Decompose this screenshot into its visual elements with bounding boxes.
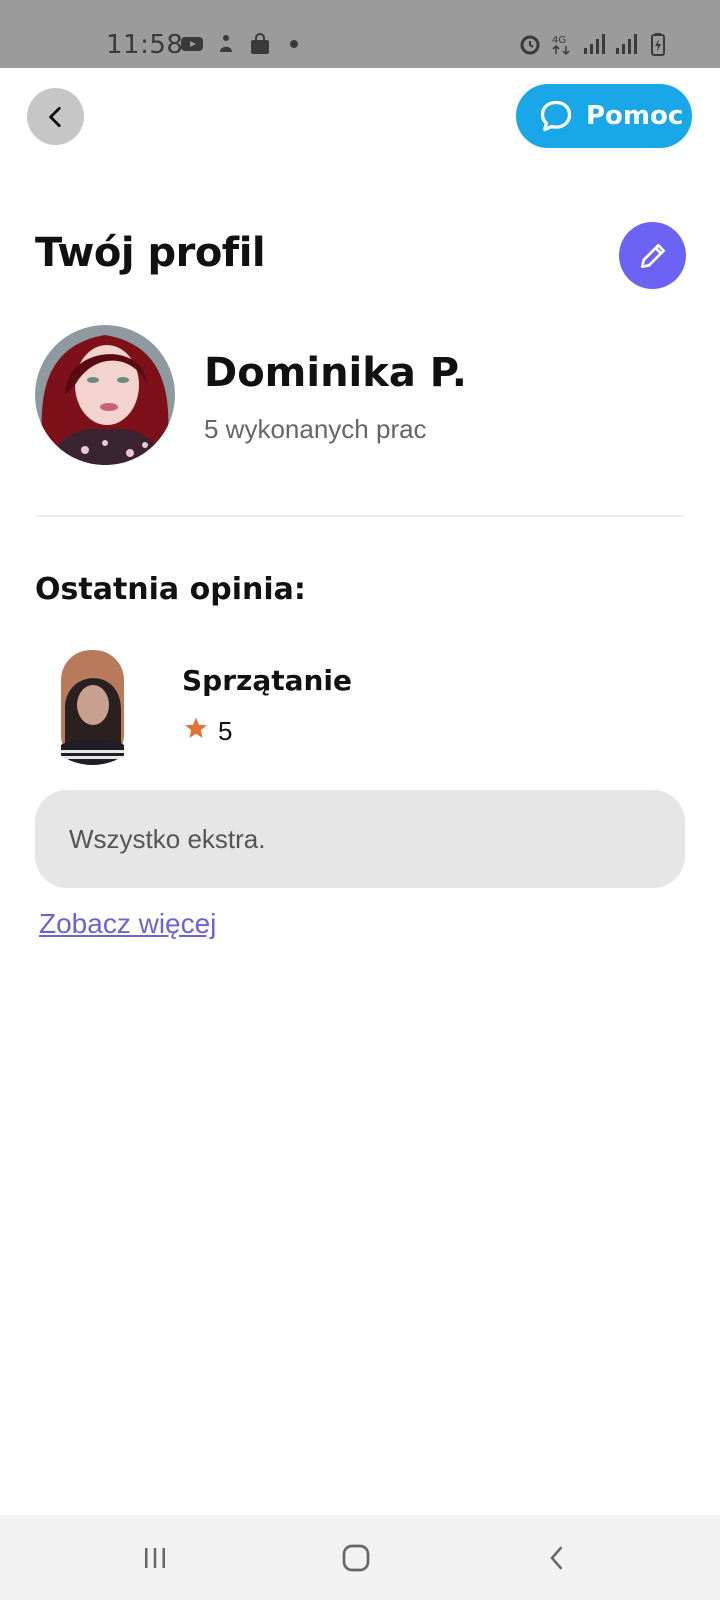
status-bar: 11:58 4G (0, 0, 720, 68)
svg-text:4G: 4G (552, 35, 566, 46)
section-title: Ostatnia opinia: (35, 572, 306, 607)
see-more-link[interactable]: Zobacz więcej (39, 908, 216, 940)
recents-button[interactable] (95, 1515, 215, 1600)
dot-icon (290, 40, 298, 48)
signal-icon (584, 34, 605, 54)
reviewer-avatar (35, 650, 150, 765)
youtube-icon (181, 37, 203, 51)
rating-value: 5 (218, 716, 233, 746)
profile-jobs-count: 5 wykonanych prac (204, 414, 427, 444)
signal-icon (616, 34, 637, 54)
chevron-left-icon (48, 106, 61, 127)
4g-icon: 4G (552, 35, 570, 56)
back-icon (550, 1546, 562, 1569)
star-icon (185, 717, 207, 738)
back-button[interactable] (27, 88, 84, 145)
status-time: 11:58 (106, 30, 184, 60)
recents-icon (145, 1547, 165, 1568)
edit-profile-button[interactable] (619, 222, 686, 289)
back-nav-button[interactable] (497, 1515, 617, 1600)
review-text: Wszystko ekstra. (69, 823, 266, 854)
page-title: Twój profil (35, 230, 266, 276)
avatar-photo (35, 325, 175, 465)
home-button[interactable] (296, 1515, 416, 1600)
shopping-bag-icon (251, 33, 269, 54)
reviewer-photo (35, 650, 150, 765)
help-label: Pomoc (586, 101, 684, 131)
help-button[interactable]: Pomoc (516, 84, 692, 148)
pencil-icon (640, 243, 665, 268)
home-icon (342, 1544, 370, 1571)
divider (35, 515, 685, 517)
battery-icon (651, 33, 665, 56)
notification-icon (220, 35, 232, 52)
profile-name: Dominika P. (204, 350, 467, 396)
review-text-box: Wszystko ekstra. (35, 790, 685, 888)
chat-bubble-icon (540, 100, 572, 132)
review-category: Sprzątanie (182, 664, 353, 697)
navigation-bar (0, 1515, 720, 1600)
avatar (35, 325, 175, 465)
alarm-icon (520, 35, 540, 55)
